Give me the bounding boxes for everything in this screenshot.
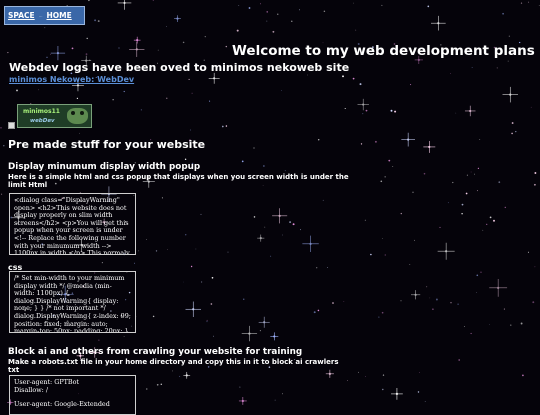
top-nav: SPACE ... HOME — [4, 6, 85, 25]
nav-separator: ... — [38, 13, 43, 18]
nav-space-link[interactable]: SPACE — [8, 11, 35, 20]
popup-heading: Display minumum display width popup — [8, 162, 201, 172]
ai-block-heading: Block ai and others from crawling your w… — [8, 347, 303, 357]
premade-heading: Pre made stuff for your website — [8, 138, 206, 151]
webdev-link[interactable]: minimos Nekoweb: WebDev — [9, 75, 134, 84]
css-code-box[interactable]: /* Set min-width to your minimum display… — [9, 271, 136, 333]
robots-line: Disallow: / — [14, 385, 49, 394]
broken-image-icon — [8, 122, 15, 129]
robots-code-box[interactable]: User-agent: GPTBot Disallow: / User-agen… — [9, 375, 136, 415]
page-title: Welcome to my web development plans — [232, 43, 535, 59]
minimos-webdev-badge[interactable]: minimos11 webDev — [17, 104, 92, 128]
html-code-box[interactable]: <dialog class="DisplayWarning" open> <h2… — [9, 193, 136, 255]
frog-icon — [67, 108, 88, 124]
popup-description: Here is a simple html and css popup that… — [8, 173, 349, 189]
badge-top-text: minimos11 — [23, 108, 60, 115]
logs-heading: Webdev logs have been oved to minimos ne… — [9, 61, 350, 74]
badge-bottom-text: webDev — [30, 118, 55, 124]
ai-block-description: Make a robots.txt file in your home dire… — [8, 358, 339, 374]
nav-home-link[interactable]: HOME — [46, 11, 71, 20]
